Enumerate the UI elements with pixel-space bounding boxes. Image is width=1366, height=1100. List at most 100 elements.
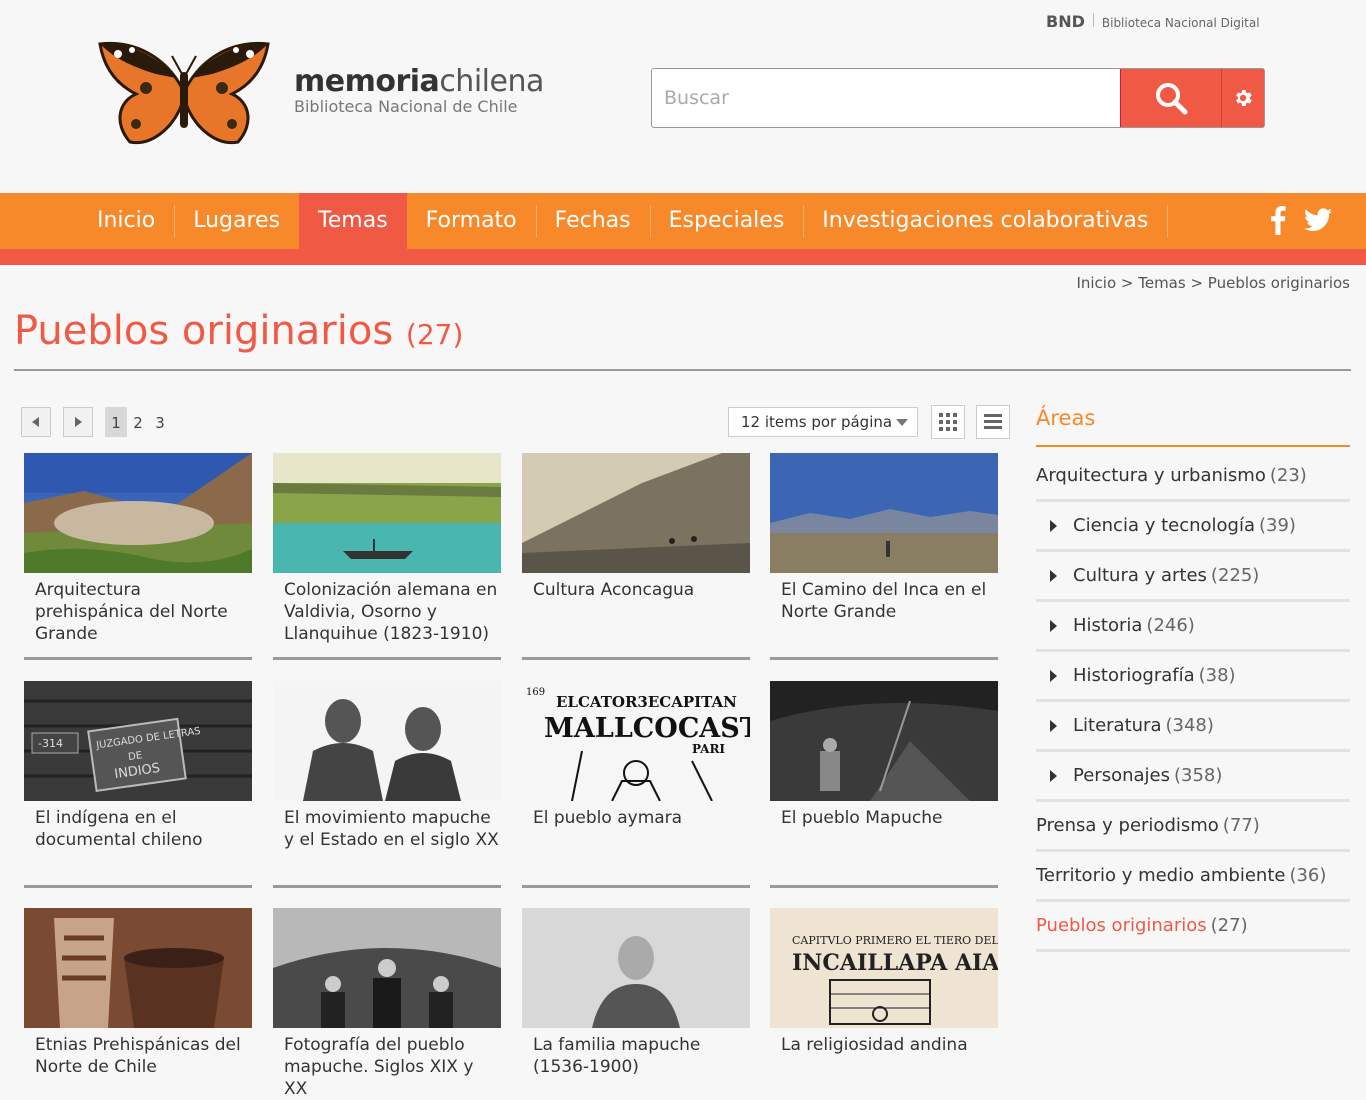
- grid-view-button[interactable]: [931, 405, 965, 439]
- page-2[interactable]: 2: [127, 407, 149, 437]
- search-settings-button[interactable]: [1221, 69, 1264, 127]
- sidebar-item-label: Personajes: [1073, 765, 1170, 786]
- sidebar-item-label: Historiografía: [1073, 665, 1195, 686]
- next-page-button[interactable]: [63, 407, 93, 437]
- aymara-line-2: MALLCOCASTILLA: [544, 713, 750, 744]
- card-familia-mapuche[interactable]: La familia mapuche (1536-1900): [522, 908, 750, 1078]
- sign-number: -314: [38, 737, 63, 750]
- sidebar-item-prensa[interactable]: Prensa y periodismo (77): [1036, 802, 1350, 852]
- twitter-icon[interactable]: [1304, 208, 1332, 232]
- aymara-line-3: PARI: [692, 742, 725, 756]
- card-etnias-prehispanicas[interactable]: Etnias Prehispánicas del Norte de Chile: [24, 908, 252, 1078]
- thumbnail-image: [24, 453, 252, 573]
- breadcrumb[interactable]: Inicio > Temas > Pueblos originarios: [1076, 274, 1350, 292]
- prev-page-button[interactable]: [21, 407, 51, 437]
- sidebar-item-arquitectura[interactable]: Arquitectura y urbanismo (23): [1036, 452, 1350, 502]
- bnd-separator: [1092, 13, 1094, 27]
- list-view-button[interactable]: [976, 405, 1010, 439]
- thumbnail-image: [770, 453, 998, 573]
- sidebar-item-label: Arquitectura y urbanismo: [1036, 465, 1266, 486]
- bnd-name: Biblioteca Nacional Digital: [1101, 16, 1260, 30]
- sidebar-item-cultura[interactable]: Cultura y artes (225): [1036, 552, 1350, 602]
- sidebar-item-historia[interactable]: Historia (246): [1036, 602, 1350, 652]
- card-colonizacion[interactable]: Colonización alemana en Valdivia, Osorno…: [273, 453, 501, 660]
- items-per-page-select[interactable]: 12 items por página: [728, 407, 918, 437]
- nav-item-especiales[interactable]: Especiales: [649, 193, 804, 249]
- card-arquitectura[interactable]: Arquitectura prehispánica del Norte Gran…: [24, 453, 252, 660]
- nav-stripe: [0, 249, 1366, 265]
- nav-item-temas[interactable]: Temas: [299, 193, 407, 249]
- chevron-left-icon: [32, 417, 39, 427]
- card-label: El pueblo Mapuche: [781, 808, 943, 828]
- card-pueblo-aymara[interactable]: 169 ELCATOR3ECAPITAN MALLCOCASTILLA PARI…: [522, 681, 750, 888]
- sidebar-item-label: Cultura y artes: [1073, 565, 1207, 586]
- list-icon: [984, 414, 1002, 429]
- thumbnail-image: [273, 453, 501, 573]
- brand-name: memoriachilena: [294, 64, 544, 99]
- sidebar-item-label: Prensa y periodismo: [1036, 815, 1219, 836]
- sign-line-2: DE: [128, 750, 143, 763]
- nav-item-inicio[interactable]: Inicio: [78, 193, 174, 249]
- card-label: Cultura Aconcagua: [533, 580, 695, 600]
- thumbnail-image: -314 JUZGADO DE LETRAS DE INDIOS: [24, 681, 252, 801]
- sidebar-divider: [1036, 445, 1350, 447]
- card-label: El pueblo aymara: [533, 808, 683, 828]
- sidebar-item-personajes[interactable]: Personajes (358): [1036, 752, 1350, 802]
- sidebar-item-territorio[interactable]: Territorio y medio ambiente (36): [1036, 852, 1350, 902]
- thumbnail-image: [770, 681, 998, 801]
- sidebar-item-count: (27): [1210, 915, 1248, 936]
- thumbnail-image: [522, 908, 750, 1028]
- card-cultura-aconcagua[interactable]: Cultura Aconcagua: [522, 453, 750, 660]
- card-pueblo-mapuche[interactable]: El pueblo Mapuche: [770, 681, 998, 888]
- card-label: Fotografía del pueblo mapuche. Siglos XI…: [284, 1035, 474, 1099]
- nav-item-investigaciones[interactable]: Investigaciones colaborativas: [803, 193, 1167, 249]
- card-label: El movimiento mapuche y el Estado en el …: [284, 808, 499, 850]
- card-movimiento-mapuche[interactable]: El movimiento mapuche y el Estado en el …: [273, 681, 501, 888]
- butterfly-logo-icon[interactable]: [96, 38, 272, 150]
- sidebar-item-count: (38): [1198, 665, 1236, 686]
- card-divider: [273, 885, 501, 888]
- search-input[interactable]: [652, 69, 1120, 127]
- card-label: Colonización alemana en Valdivia, Osorno…: [284, 580, 498, 644]
- sidebar-item-literatura[interactable]: Literatura (348): [1036, 702, 1350, 752]
- social-links: [1270, 205, 1332, 235]
- religiosidad-line-1: CAPITVLO PRIMERO EL TIERO DELIGA: [792, 934, 998, 947]
- page-3[interactable]: 3: [149, 407, 171, 437]
- items-per-page-value: 12 items por página: [741, 413, 893, 431]
- thumbnail-image: [273, 908, 501, 1028]
- card-divider: [24, 885, 252, 888]
- card-divider: [24, 657, 252, 660]
- card-religiosidad-andina[interactable]: CAPITVLO PRIMERO EL TIERO DELIGA INCAILL…: [770, 908, 998, 1056]
- sidebar-item-pueblos-originarios[interactable]: Pueblos originarios (27): [1036, 902, 1350, 952]
- card-camino-inca[interactable]: El Camino del Inca en el Norte Grande: [770, 453, 998, 660]
- search-button[interactable]: [1120, 69, 1221, 127]
- page-1[interactable]: 1: [105, 407, 127, 437]
- nav-divider: [1167, 205, 1169, 237]
- aymara-line-1: ELCATOR3ECAPITAN: [556, 693, 737, 711]
- nav-item-formato[interactable]: Formato: [407, 193, 536, 249]
- card-divider: [770, 657, 998, 660]
- card-label: Arquitectura prehispánica del Norte Gran…: [35, 580, 228, 644]
- card-label: Etnias Prehispánicas del Norte de Chile: [35, 1035, 241, 1077]
- card-indigena-documental[interactable]: -314 JUZGADO DE LETRAS DE INDIOS El indí…: [24, 681, 252, 888]
- facebook-icon[interactable]: [1270, 205, 1286, 235]
- nav-item-fechas[interactable]: Fechas: [535, 193, 650, 249]
- thumbnail-image: [273, 681, 501, 801]
- sidebar-item-count: (358): [1173, 765, 1223, 786]
- nav-item-lugares[interactable]: Lugares: [174, 193, 299, 249]
- bnd-link[interactable]: BND Biblioteca Nacional Digital: [1046, 12, 1260, 31]
- sidebar-item-count: (348): [1165, 715, 1214, 736]
- religiosidad-line-2: INCAILLAPA AIADE FVIO: [792, 950, 998, 976]
- gear-icon: [1236, 90, 1252, 106]
- brand[interactable]: memoriachilena Biblioteca Nacional de Ch…: [294, 64, 544, 116]
- sidebar-item-count: (77): [1222, 815, 1260, 836]
- caret-right-icon: [1050, 719, 1057, 732]
- card-divider: [273, 657, 501, 660]
- card-divider: [522, 657, 750, 660]
- sidebar-item-label: Literatura: [1073, 715, 1162, 736]
- sidebar-item-ciencia[interactable]: Ciencia y tecnología (39): [1036, 502, 1350, 552]
- sidebar-title: Áreas: [1036, 406, 1096, 430]
- sidebar-item-historiografia[interactable]: Historiografía (38): [1036, 652, 1350, 702]
- card-fotografia-mapuche[interactable]: Fotografía del pueblo mapuche. Siglos XI…: [273, 908, 501, 1100]
- caret-right-icon: [1050, 769, 1057, 782]
